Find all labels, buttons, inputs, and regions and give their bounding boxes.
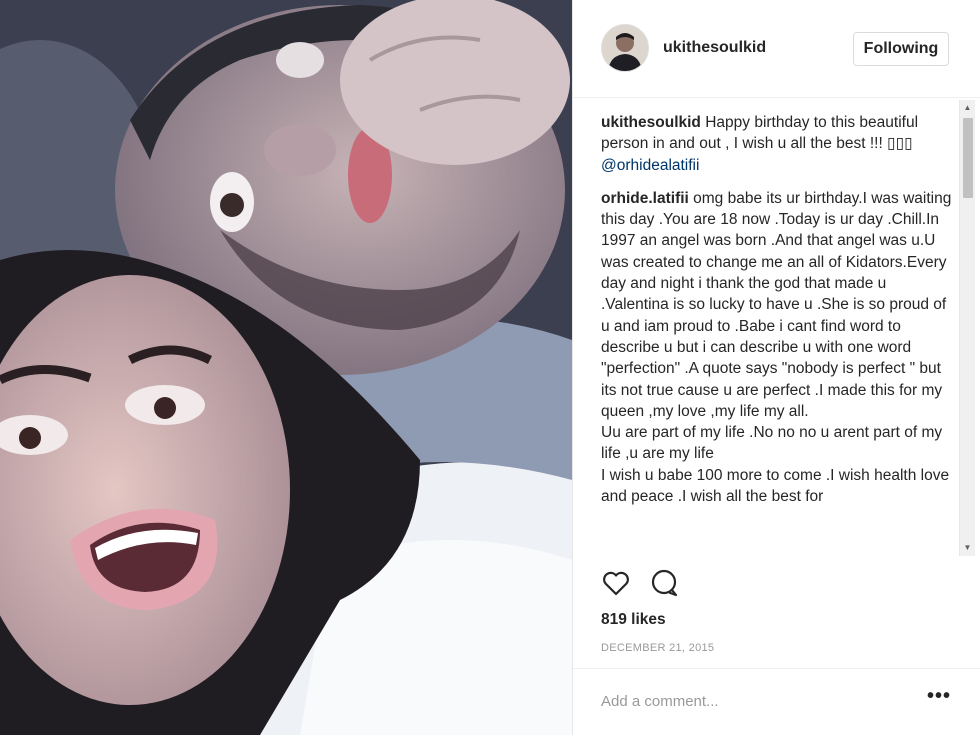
post-username[interactable]: ukithesoulkid <box>663 39 766 57</box>
scrollbar-thumb[interactable] <box>963 118 973 198</box>
list-item: orhide.latifii omg babe its ur birthday.… <box>601 188 957 507</box>
comment-text: omg babe its ur birthday.I was waiting t… <box>601 189 952 420</box>
more-options-icon[interactable]: ••• <box>925 686 953 715</box>
comment-author[interactable]: ukithesoulkid <box>601 114 701 131</box>
likes-count[interactable]: 819 likes <box>601 611 666 629</box>
add-comment-bar: ••• <box>573 668 980 735</box>
post-header: ukithesoulkid Following <box>573 0 980 98</box>
caption-comment: ukithesoulkid Happy birthday to this bea… <box>601 112 957 176</box>
speech-bubble-icon[interactable] <box>649 568 681 600</box>
scroll-up-arrow-icon[interactable]: ▲ <box>960 100 975 116</box>
post-details-panel: ukithesoulkid Following ukithesoulkid Ha… <box>572 0 980 735</box>
comment-input[interactable] <box>601 687 901 715</box>
comments-list: ukithesoulkid Happy birthday to this bea… <box>601 112 957 556</box>
post-actions <box>601 568 961 602</box>
comments-scrollbar[interactable]: ▲ ▼ <box>959 100 975 556</box>
instagram-post-view: ukithesoulkid Following ukithesoulkid Ha… <box>0 0 980 735</box>
avatar-image <box>602 25 648 71</box>
post-photo[interactable] <box>0 0 572 735</box>
selfie-illustration <box>0 0 572 735</box>
post-date: DECEMBER 21, 2015 <box>601 642 715 654</box>
comment-author[interactable]: orhide.latifii <box>601 190 689 207</box>
comment-text-line: I wish u babe 100 more to come .I wish h… <box>601 466 950 506</box>
scroll-down-arrow-icon[interactable]: ▼ <box>960 540 975 556</box>
comment-mention[interactable]: @orhidealatifii <box>601 157 699 174</box>
following-button[interactable]: Following <box>853 32 949 66</box>
avatar[interactable] <box>601 24 649 72</box>
comment-text-line: Uu are part of my life .No no no u arent… <box>601 424 943 463</box>
heart-icon[interactable] <box>601 568 633 600</box>
